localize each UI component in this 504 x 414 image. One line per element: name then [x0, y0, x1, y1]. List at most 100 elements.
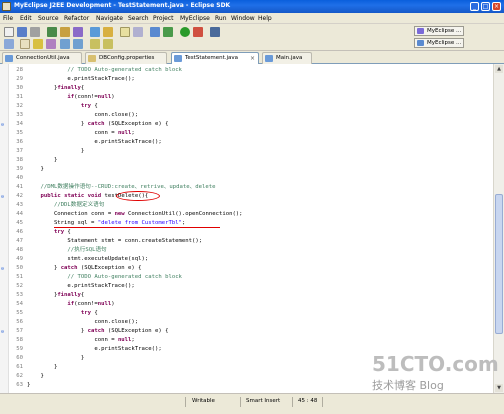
line-number: 56 [16, 319, 23, 325]
code-line[interactable]: 44 Connection conn = new ConnectionUtil(… [0, 210, 493, 219]
perspective-myeclipse-2[interactable]: MyEclipse ... [414, 38, 465, 48]
line-number: 48 [16, 247, 23, 253]
line-number: 29 [16, 76, 23, 82]
code-line[interactable]: 50 } catch (SQLException e) {⊖ [0, 264, 493, 273]
minimize-button[interactable]: _ [470, 2, 479, 11]
code-line[interactable]: 35 conn = null; [0, 129, 493, 138]
menu-project[interactable]: Project [153, 15, 174, 22]
tab-connectionutil[interactable]: ConnectionUtil.java [2, 52, 82, 64]
code-line[interactable]: 55 try { [0, 309, 493, 318]
code-line[interactable]: 40 [0, 174, 493, 183]
code-line[interactable]: 32 try { [0, 102, 493, 111]
status-bar: Writable Smart Insert 45 : 48 [0, 393, 504, 414]
print-icon[interactable] [30, 27, 40, 37]
menu-navigate[interactable]: Navigate [96, 15, 123, 22]
menu-refactor[interactable]: Refactor [64, 15, 89, 22]
code-line[interactable]: 53 }finally{ [0, 291, 493, 300]
menu-window[interactable]: Window [231, 15, 255, 22]
deploy-icon[interactable] [47, 27, 57, 37]
code-line[interactable]: 33 conn.close(); [0, 111, 493, 120]
open-file-icon[interactable] [20, 39, 30, 49]
code-text: } catch (SQLException e) { [27, 265, 142, 271]
code-line[interactable]: 39 } [0, 165, 493, 174]
prev-annotation-icon[interactable] [73, 39, 83, 49]
new-class-icon[interactable] [90, 27, 100, 37]
title-bar: MyEclipse J2EE Development - TestStateme… [0, 0, 504, 13]
java-perspective-icon[interactable] [4, 39, 14, 49]
server-icon[interactable] [60, 27, 70, 37]
menu-bar: File Edit Source Refactor Navigate Searc… [0, 13, 504, 24]
menu-source[interactable]: Source [38, 15, 59, 22]
image-icon[interactable] [133, 27, 143, 37]
menu-myeclipse[interactable]: MyEclipse [180, 15, 210, 22]
watermark-site: 51CTO.com [372, 352, 499, 376]
code-line[interactable]: 56 conn.close(); [0, 318, 493, 327]
code-text: //DML数据操作语句--CRUD:create、retrive、update、… [40, 184, 216, 190]
line-number: 51 [16, 274, 23, 280]
code-line[interactable]: 30 }finally{ [0, 84, 493, 93]
status-writable: Writable [192, 398, 215, 404]
line-number: 61 [16, 364, 23, 370]
tab-dbconfig[interactable]: DBConfig.properties [85, 52, 167, 64]
back-icon[interactable] [90, 39, 100, 49]
save-icon[interactable] [17, 27, 27, 37]
line-number: 54 [16, 301, 23, 307]
forward-icon[interactable] [103, 39, 113, 49]
menu-edit[interactable]: Edit [20, 15, 32, 22]
annotation-icon[interactable] [46, 39, 56, 49]
scroll-thumb[interactable] [495, 194, 503, 334]
code-line[interactable]: 57 } catch (SQLException e) {⊖ [0, 327, 493, 336]
open-type-icon[interactable] [103, 27, 113, 37]
code-line[interactable]: 52 e.printStackTrace(); [0, 282, 493, 291]
code-line[interactable]: 31 if(conn!=null) [0, 93, 493, 102]
menu-run[interactable]: Run [215, 15, 227, 22]
next-annotation-icon[interactable] [60, 39, 70, 49]
external-tools-icon[interactable] [193, 27, 203, 37]
bookmark-icon[interactable] [33, 39, 43, 49]
code-line[interactable]: 49 stmt.executeUpdate(sql); [0, 255, 493, 264]
code-line[interactable]: 48 //执行SQL语句 [0, 246, 493, 255]
code-line[interactable]: 38 } [0, 156, 493, 165]
close-button[interactable]: × [492, 2, 501, 11]
code-line[interactable]: 43 //DDL数据定义语句 [0, 201, 493, 210]
tasks-icon[interactable] [210, 27, 220, 37]
tab-teststatement[interactable]: TestStatement.java × [171, 52, 259, 64]
perspective-icon [417, 28, 424, 34]
code-line[interactable]: 29 e.printStackTrace(); [0, 75, 493, 84]
menu-file[interactable]: File [3, 15, 13, 22]
menu-help[interactable]: Help [258, 15, 272, 22]
code-line[interactable]: 46 try { [0, 228, 493, 237]
code-line[interactable]: 42 public static void testDelete(){⊖ [0, 192, 493, 201]
perspective-myeclipse-1[interactable]: MyEclipse ... [414, 26, 465, 36]
run-icon[interactable] [180, 27, 190, 37]
vertical-scrollbar[interactable]: ▲ ▼ [493, 64, 504, 393]
code-line[interactable]: 58 conn = null; [0, 336, 493, 345]
line-number: 35 [16, 130, 23, 136]
line-number: 62 [16, 373, 23, 379]
code-text: //执行SQL语句 [67, 247, 107, 253]
code-line[interactable]: 37 } [0, 147, 493, 156]
status-cursor-position: 45 : 48 [298, 398, 318, 404]
new-icon[interactable] [4, 27, 14, 37]
code-text: } catch (SQLException e) { [27, 328, 169, 334]
menu-search[interactable]: Search [128, 15, 149, 22]
code-editor[interactable]: 28 // TODO Auto-generated catch block 29 … [0, 64, 493, 393]
code-line[interactable]: 36 e.printStackTrace(); [0, 138, 493, 147]
ant-icon[interactable] [150, 27, 160, 37]
code-text: e.printStackTrace(); [27, 283, 135, 289]
debug-icon[interactable] [163, 27, 173, 37]
maximize-button[interactable]: □ [481, 2, 490, 11]
code-line[interactable]: 28 // TODO Auto-generated catch block [0, 66, 493, 75]
code-line[interactable]: 51 // TODO Auto-generated catch block [0, 273, 493, 282]
editor-tab-bar: ConnectionUtil.java DBConfig.properties … [0, 51, 504, 64]
code-line[interactable]: 47 Statement stmt = conn.createStatement… [0, 237, 493, 246]
web-icon[interactable] [73, 27, 83, 37]
close-tab-icon[interactable]: × [250, 53, 255, 64]
scroll-up-arrow-icon[interactable]: ▲ [495, 65, 503, 73]
tab-main[interactable]: Main.java [262, 52, 312, 64]
code-line[interactable]: 34 } catch (SQLException e) {⊖ [0, 120, 493, 129]
code-line[interactable]: 41 //DML数据操作语句--CRUD:create、retrive、upda… [0, 183, 493, 192]
code-line[interactable]: 54 if(conn!=null) [0, 300, 493, 309]
line-number: 53 [16, 292, 23, 298]
search-icon[interactable] [120, 27, 130, 37]
